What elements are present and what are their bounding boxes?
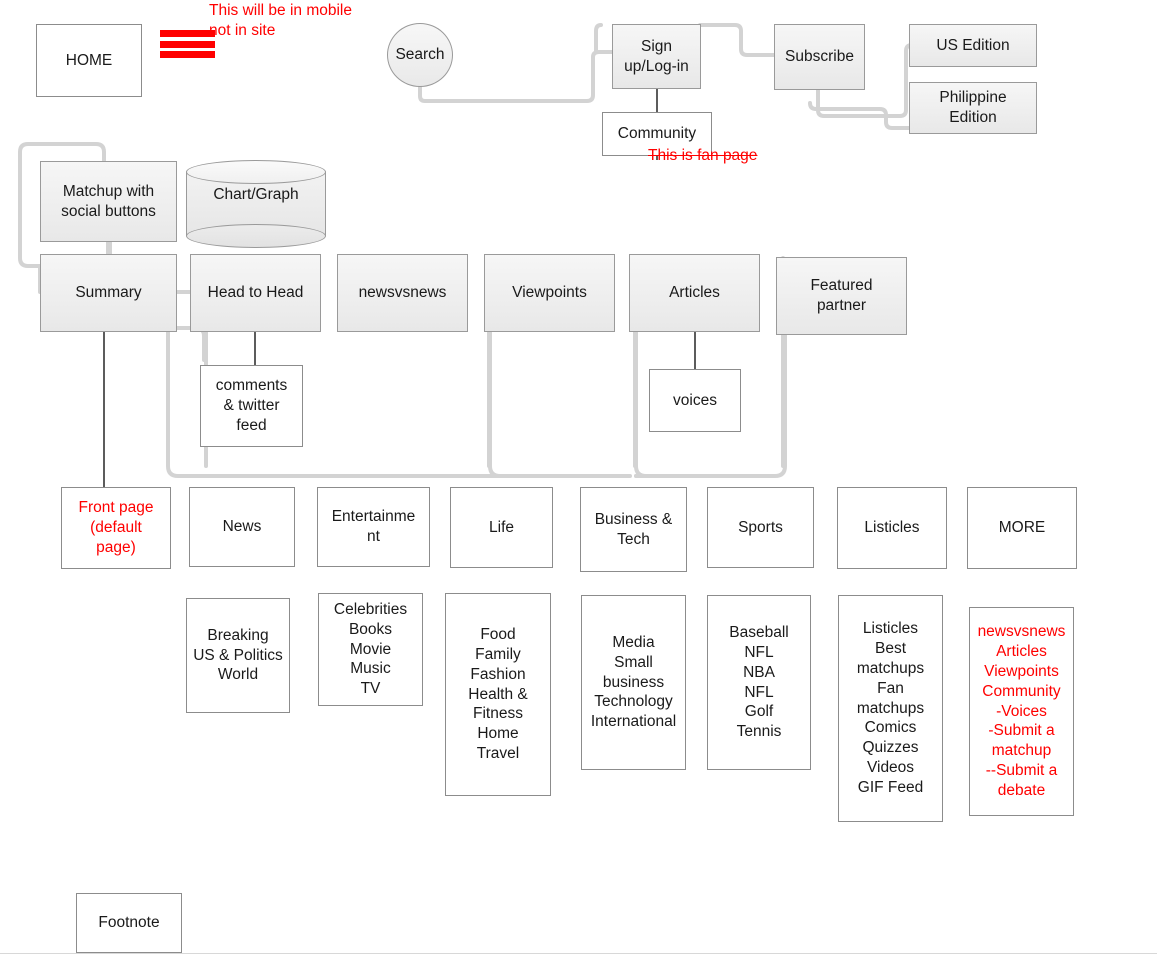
node-footnote[interactable]: Footnote bbox=[76, 893, 182, 953]
node-subscribe[interactable]: Subscribe bbox=[774, 24, 865, 90]
node-subcategory-life-label: Food Family Fashion Health & Fitness Hom… bbox=[468, 626, 528, 763]
node-category-listicles[interactable]: Listicles bbox=[837, 487, 947, 569]
node-subcategory-news-label: Breaking US & Politics World bbox=[193, 626, 283, 684]
node-comments-twitter-label: comments & twitter feed bbox=[215, 377, 288, 434]
node-home[interactable]: HOME bbox=[36, 24, 142, 97]
node-subcategory-listicles-label: Listicles Best matchups Fan matchups Com… bbox=[856, 620, 925, 796]
node-subscribe-label: Subscribe bbox=[785, 48, 854, 66]
node-viewpoints[interactable]: Viewpoints bbox=[484, 254, 615, 332]
node-chart-graph-label: Chart/Graph bbox=[213, 186, 299, 203]
node-newsvsnews-label: newsvsnews bbox=[358, 284, 447, 302]
node-subcategory-business_tech-label: Media Small business Technology Internat… bbox=[590, 633, 677, 731]
node-head-to-head-label: Head to Head bbox=[207, 284, 304, 302]
node-category-sports[interactable]: Sports bbox=[707, 487, 814, 568]
hamburger-menu-icon bbox=[160, 30, 215, 58]
node-category-sports-label: Sports bbox=[738, 518, 783, 536]
node-subcategory-sports-label: Baseball NFL NBA NFL Golf Tennis bbox=[729, 624, 789, 741]
node-head-to-head[interactable]: Head to Head bbox=[190, 254, 321, 332]
node-category-business_tech[interactable]: Business & Tech bbox=[580, 487, 687, 572]
node-category-news-label: News bbox=[222, 518, 262, 536]
node-subcategory-life[interactable]: Food Family Fashion Health & Fitness Hom… bbox=[445, 593, 551, 796]
node-subcategory-business_tech[interactable]: Media Small business Technology Internat… bbox=[581, 595, 686, 770]
node-philippine-edition[interactable]: Philippine Edition bbox=[909, 82, 1037, 134]
node-newsvsnews[interactable]: newsvsnews bbox=[337, 254, 468, 332]
node-subcategory-entertainment[interactable]: Celebrities Books Movie Music TV bbox=[318, 593, 423, 706]
node-matchup-social-buttons[interactable]: Matchup with social buttons bbox=[40, 161, 177, 242]
node-category-business_tech-label: Business & Tech bbox=[594, 510, 673, 548]
node-summary-label: Summary bbox=[75, 284, 142, 302]
node-category-entertainment-label: Entertainme nt bbox=[331, 508, 416, 545]
node-home-label: HOME bbox=[65, 51, 113, 69]
node-category-front_page[interactable]: Front page (default page) bbox=[61, 487, 171, 569]
cylinder-top-cap bbox=[186, 160, 326, 184]
node-category-front_page-label: Front page (default page) bbox=[78, 499, 154, 556]
node-category-life[interactable]: Life bbox=[450, 487, 553, 568]
connector-lines bbox=[18, 23, 923, 487]
node-subcategory-more-label: newsvsnews Articles Viewpoints Community… bbox=[977, 623, 1066, 799]
node-search-label: Search bbox=[395, 46, 445, 63]
node-featured-partner[interactable]: Featured partner bbox=[776, 257, 907, 335]
annotation-mobile-note: This will be in mobile not in site bbox=[209, 2, 352, 39]
bottom-divider bbox=[0, 953, 1157, 954]
node-category-life-label: Life bbox=[489, 518, 514, 536]
node-voices-label: voices bbox=[673, 391, 717, 409]
node-philippine-edition-label: Philippine Edition bbox=[939, 89, 1007, 126]
node-subcategory-more[interactable]: newsvsnews Articles Viewpoints Community… bbox=[969, 607, 1074, 816]
node-articles-label: Articles bbox=[669, 284, 720, 302]
node-subcategory-sports[interactable]: Baseball NFL NBA NFL Golf Tennis bbox=[707, 595, 811, 770]
node-viewpoints-label: Viewpoints bbox=[512, 284, 587, 302]
node-category-news[interactable]: News bbox=[189, 487, 295, 567]
node-voices[interactable]: voices bbox=[649, 369, 741, 432]
node-us-edition[interactable]: US Edition bbox=[909, 24, 1037, 67]
node-subcategory-listicles[interactable]: Listicles Best matchups Fan matchups Com… bbox=[838, 595, 943, 822]
annotation-fan-page-note: This is fan page bbox=[648, 147, 758, 164]
node-category-more[interactable]: MORE bbox=[967, 487, 1077, 569]
node-community-label: Community bbox=[617, 125, 697, 143]
sitemap-canvas: HOME This will be in mobile not in site … bbox=[0, 0, 1157, 962]
node-us-edition-label: US Edition bbox=[936, 36, 1010, 54]
node-chart-graph[interactable]: Chart/Graph bbox=[186, 160, 326, 248]
node-footnote-label: Footnote bbox=[98, 914, 160, 932]
node-subcategory-news[interactable]: Breaking US & Politics World bbox=[186, 598, 290, 713]
node-category-more-label: MORE bbox=[998, 519, 1046, 537]
node-category-entertainment[interactable]: Entertainme nt bbox=[317, 487, 430, 567]
node-matchup-label: Matchup with social buttons bbox=[61, 182, 156, 220]
node-summary[interactable]: Summary bbox=[40, 254, 177, 332]
node-signup-login[interactable]: Sign up/Log-in bbox=[612, 24, 701, 89]
node-category-listicles-label: Listicles bbox=[864, 519, 920, 537]
cylinder-bottom-cap bbox=[186, 224, 326, 248]
node-featured-partner-label: Featured partner bbox=[810, 277, 873, 314]
node-articles[interactable]: Articles bbox=[629, 254, 760, 332]
node-subcategory-entertainment-label: Celebrities Books Movie Music TV bbox=[333, 600, 408, 698]
node-signup-login-label: Sign up/Log-in bbox=[624, 37, 689, 75]
node-comments-twitter-feed[interactable]: comments & twitter feed bbox=[200, 365, 303, 447]
